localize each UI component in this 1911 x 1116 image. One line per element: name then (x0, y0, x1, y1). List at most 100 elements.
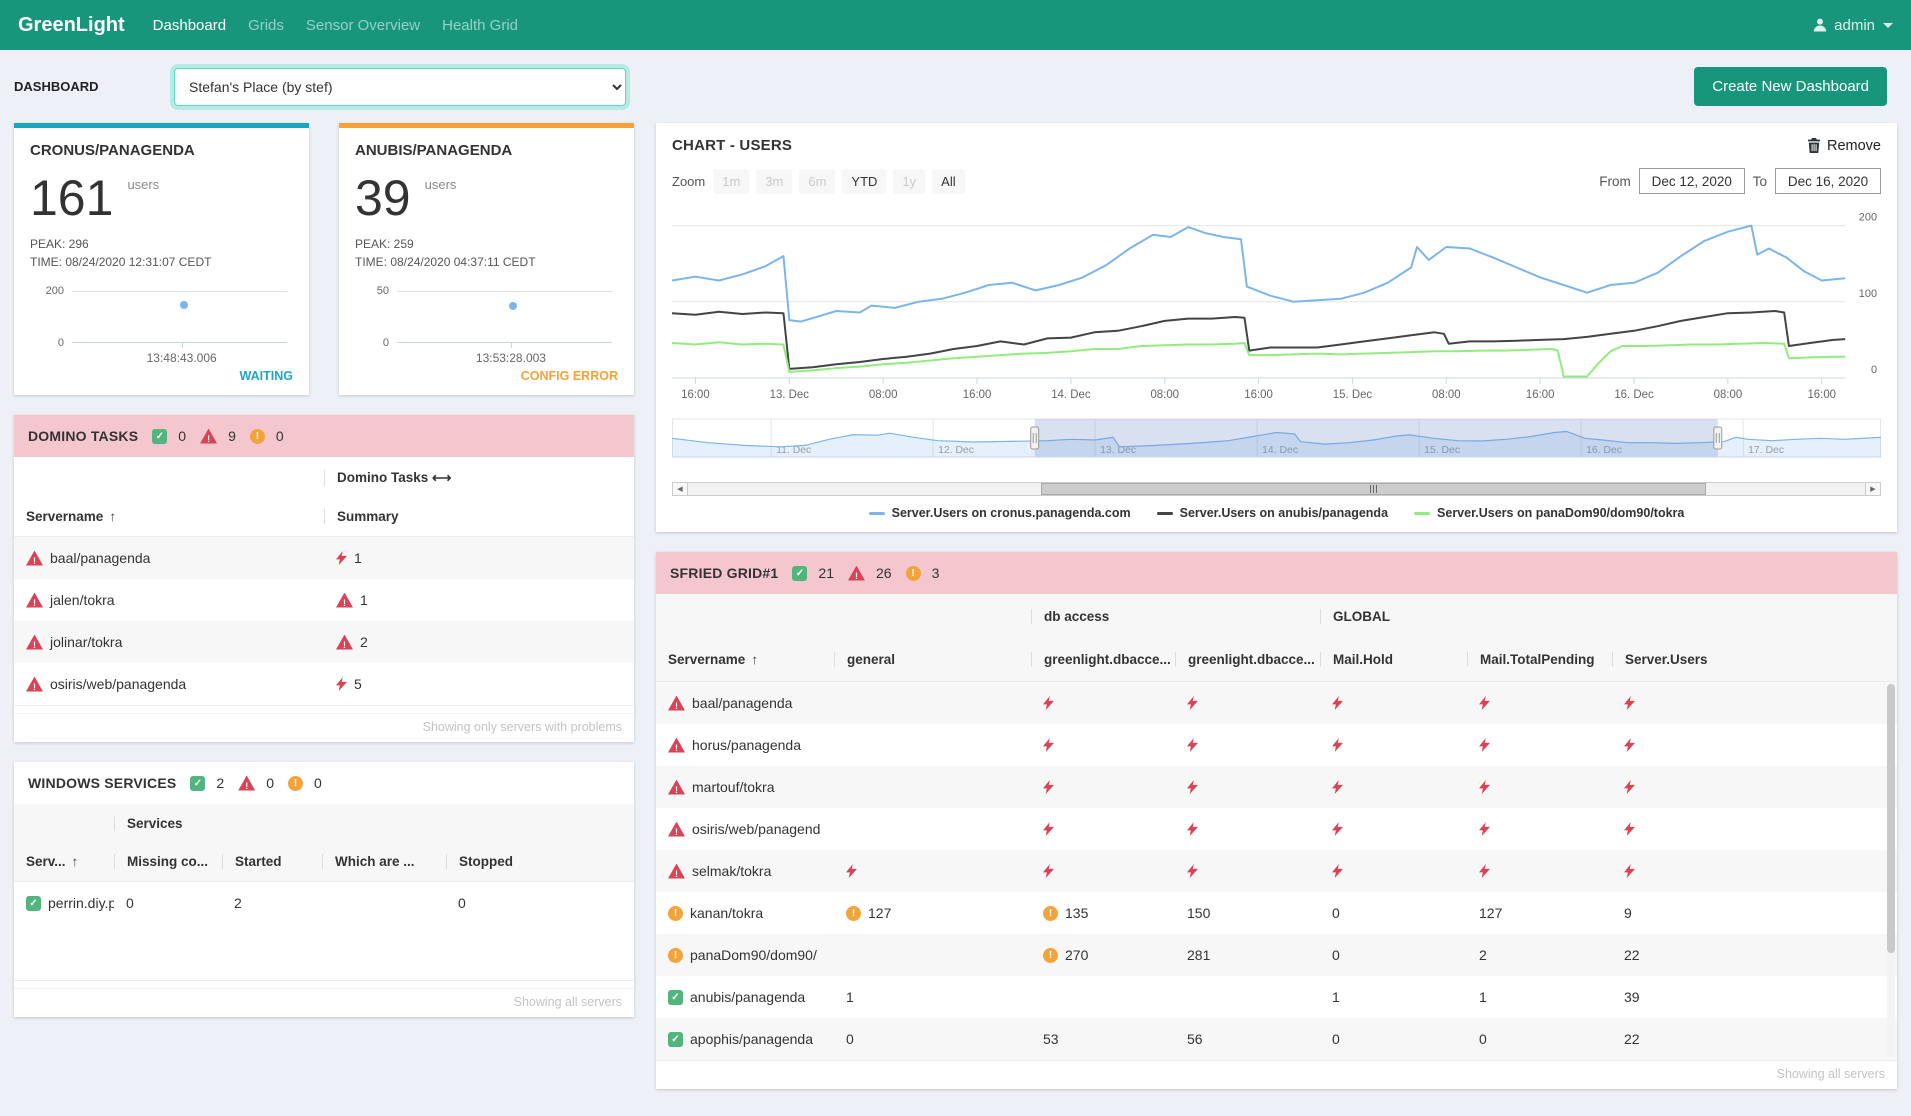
table-row[interactable]: osiris/web/panagenda 5 (14, 663, 634, 705)
legend-label: Server.Users on panaDom90/dom90/tokra (1437, 506, 1684, 520)
cell-icon (1479, 696, 1490, 710)
summary-icon (336, 677, 347, 691)
panel-title: SFRIED GRID#1 (670, 565, 778, 581)
table-row[interactable]: panaDom90/dom90/ 270 281 0 2 22 (656, 934, 1897, 976)
col-summary[interactable]: Summary (324, 509, 634, 524)
table-row[interactable]: osiris/web/panagend (656, 808, 1897, 850)
warning-circle-icon (250, 429, 265, 444)
cell-icon (846, 906, 861, 921)
col-greenlight-1[interactable]: greenlight.dbacce... (1031, 652, 1175, 667)
cell-icon (1479, 822, 1490, 836)
scroll-left-button[interactable]: ◀ (672, 482, 688, 496)
zoom-range-button[interactable]: 1m (713, 169, 749, 194)
svg-text:13. Dec: 13. Dec (770, 389, 810, 401)
scrollbar-thumb[interactable] (1887, 684, 1895, 953)
group-db-access[interactable]: db access (1031, 609, 1320, 624)
users-line-chart[interactable]: 010020016:0013. Dec08:0016:0014. Dec08:0… (672, 206, 1881, 412)
main-content: CRONUS/PANAGENDA161usersPEAK: 296TIME: 0… (0, 123, 1911, 1109)
ok-badge: 2 (190, 775, 224, 791)
col-greenlight-2[interactable]: greenlight.dbacce... (1175, 652, 1320, 667)
zoom-range-button[interactable]: 6m (799, 169, 835, 194)
cell-icon (1332, 738, 1343, 752)
group-label[interactable]: Services (114, 816, 446, 831)
col-servername[interactable]: Servername↑ (656, 652, 834, 667)
table-row[interactable]: apophis/panagenda 0 53 56 0 0 22 (656, 1018, 1897, 1060)
group-global[interactable]: GLOBAL (1320, 609, 1897, 624)
scrollbar-thumb[interactable] (1041, 483, 1706, 495)
col-mail-totalpending[interactable]: Mail.TotalPending (1467, 652, 1612, 667)
summary-value: 1 (354, 550, 362, 566)
col-server[interactable]: Serv...↑ (14, 854, 114, 869)
cell-icon (1043, 864, 1054, 878)
col-server-users[interactable]: Server.Users (1612, 652, 1897, 667)
col-general[interactable]: general (834, 652, 1031, 667)
sfried-grid-header: SFRIED GRID#1 21 26 3 (656, 552, 1897, 594)
table-row[interactable]: selmak/tokra (656, 850, 1897, 892)
server-status-icon (26, 635, 43, 650)
server-title: CRONUS/PANAGENDA (30, 142, 293, 159)
grid-vertical-scrollbar[interactable] (1887, 684, 1895, 1058)
svg-text:08:00: 08:00 (1714, 389, 1743, 401)
ok-badge: 0 (152, 428, 186, 444)
error-triangle-icon (238, 776, 255, 791)
col-mail-hold[interactable]: Mail.Hold (1320, 652, 1467, 667)
nav-link[interactable]: Sensor Overview (306, 17, 420, 34)
table-row[interactable]: horus/panagenda (656, 724, 1897, 766)
zoom-range-button[interactable]: 3m (756, 169, 792, 194)
cell-icon (1043, 822, 1054, 836)
table-row[interactable]: martouf/tokra (656, 766, 1897, 808)
user-menu[interactable]: admin (1812, 17, 1893, 34)
dashboard-select[interactable]: Stefan's Place (by stef) (174, 68, 626, 106)
svg-text:14. Dec: 14. Dec (1051, 389, 1091, 401)
cell-icon (1624, 738, 1635, 752)
peak-time-info: PEAK: 259TIME: 08/24/2020 04:37:11 CEDT (355, 235, 618, 271)
col-stopped[interactable]: Stopped (446, 854, 634, 869)
table-row[interactable]: baal/panagenda (656, 682, 1897, 724)
zoom-range-button[interactable]: 1y (893, 169, 925, 194)
col-missing[interactable]: Missing co... (114, 854, 222, 869)
server-status-icon (668, 906, 683, 921)
table-row[interactable]: kanan/tokra 127 135 150 0 127 9 (656, 892, 1897, 934)
server-name: perrin.diy.pa (48, 895, 114, 911)
zoom-range-button[interactable]: All (932, 169, 964, 194)
summary-value: 2 (360, 634, 368, 650)
server-name: panaDom90/dom90/ (690, 947, 817, 963)
sfried-grid-panel: SFRIED GRID#1 21 26 3 db access GLOBAL S… (656, 552, 1897, 1089)
table-row[interactable]: baal/panagenda 1 (14, 537, 634, 579)
create-dashboard-button[interactable]: Create New Dashboard (1694, 67, 1887, 106)
zoom-range-button[interactable]: YTD (842, 169, 886, 194)
cell-icon (1624, 780, 1635, 794)
nav-link[interactable]: Dashboard (153, 17, 226, 34)
scroll-right-button[interactable]: ▶ (1865, 482, 1881, 496)
col-servername[interactable]: Servername↑ (14, 509, 324, 524)
chart-navigator[interactable]: 11. Dec12. Dec13. Dec14. Dec15. Dec16. D… (672, 417, 1881, 475)
cell-icon (1043, 906, 1058, 921)
group-label[interactable]: Domino Tasks ⟷ (324, 470, 634, 486)
col-which[interactable]: Which are ... (322, 854, 446, 869)
stat-card[interactable]: ANUBIS/PANAGENDA39usersPEAK: 259TIME: 08… (339, 123, 634, 395)
scrollbar-track[interactable] (688, 482, 1865, 496)
nav-link[interactable]: Health Grid (442, 17, 518, 34)
legend-item[interactable]: Server.Users on cronus.panagenda.com (869, 506, 1131, 520)
mini-sparkline-chart: 50013:53:28.003 (355, 281, 618, 365)
nav-link[interactable]: Grids (248, 17, 284, 34)
table-row[interactable]: anubis/panagenda 1 1 1 39 (656, 976, 1897, 1018)
error-badge: 0 (238, 775, 274, 791)
table-row[interactable]: perrin.diy.pa 0 2 0 (14, 882, 634, 924)
server-name: selmak/tokra (692, 863, 771, 879)
remove-chart-button[interactable]: Remove (1807, 138, 1881, 154)
cell-icon (1624, 864, 1635, 878)
user-name: admin (1834, 17, 1875, 34)
panel-title: WINDOWS SERVICES (28, 775, 176, 791)
table-row[interactable]: jalen/tokra 1 (14, 579, 634, 621)
from-label: From (1599, 174, 1631, 189)
to-date-input[interactable] (1775, 168, 1881, 194)
legend-item[interactable]: Server.Users on anubis/panagenda (1157, 506, 1388, 520)
table-row[interactable]: jolinar/tokra 2 (14, 621, 634, 663)
from-date-input[interactable] (1639, 168, 1745, 194)
legend-marker (1157, 512, 1173, 515)
cell-icon (1624, 822, 1635, 836)
col-started[interactable]: Started (222, 854, 322, 869)
stat-card[interactable]: CRONUS/PANAGENDA161usersPEAK: 296TIME: 0… (14, 123, 309, 395)
legend-item[interactable]: Server.Users on panaDom90/dom90/tokra (1414, 506, 1684, 520)
